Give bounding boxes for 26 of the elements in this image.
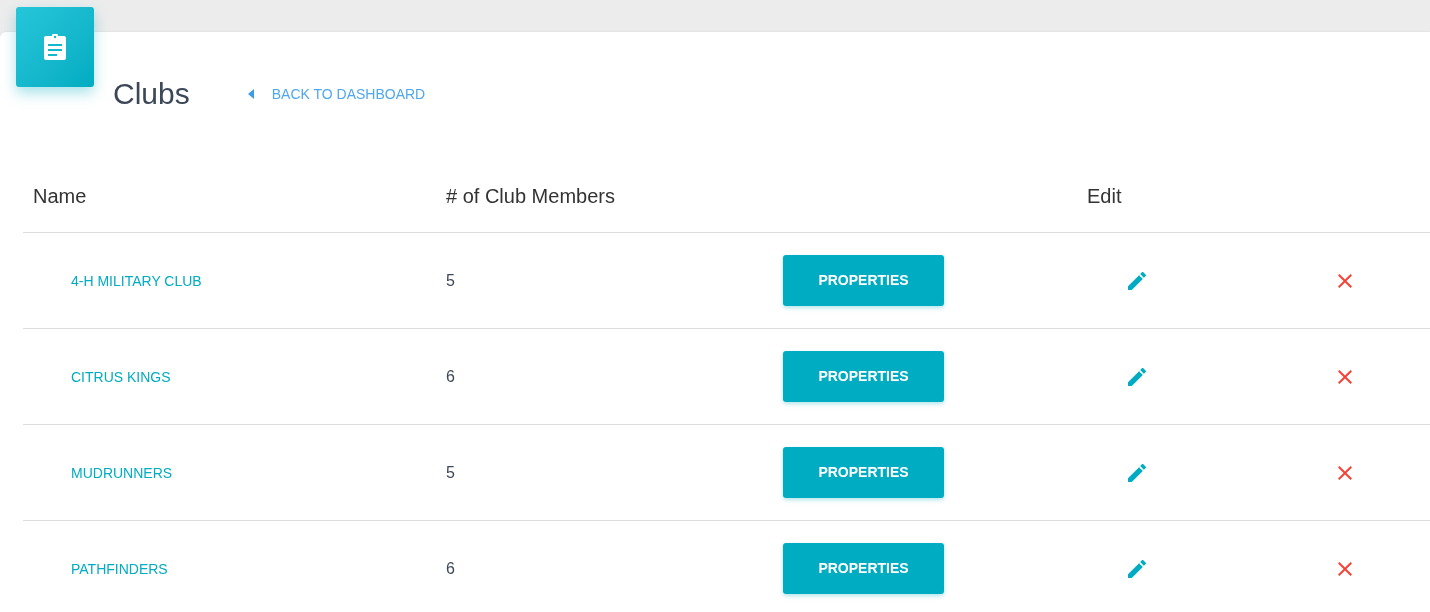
properties-button[interactable]: PROPERTIES [783, 255, 944, 306]
member-count: 6 [446, 367, 455, 385]
club-name-link[interactable]: PATHFINDERS [71, 560, 168, 577]
member-count: 5 [446, 463, 455, 481]
club-name-link[interactable]: MUDRUNNERS [71, 464, 173, 481]
close-icon[interactable] [1338, 561, 1352, 576]
properties-button[interactable]: PROPERTIES [783, 543, 944, 594]
close-icon[interactable] [1338, 369, 1352, 384]
club-name-link[interactable]: 4-H MILITARY CLUB [71, 272, 202, 289]
back-to-dashboard-link[interactable]: BACK TO DASHBOARD [247, 83, 426, 105]
properties-button[interactable]: PROPERTIES [783, 351, 944, 402]
column-header: Edit [1087, 185, 1122, 207]
pencil-icon[interactable] [1128, 463, 1146, 482]
column-header: # of Club Members [446, 185, 615, 207]
pencil-icon[interactable] [1128, 559, 1146, 578]
properties-button[interactable]: PROPERTIES [783, 447, 944, 498]
close-icon[interactable] [1338, 465, 1352, 480]
pencil-icon[interactable] [1128, 367, 1146, 386]
column-header: Name [33, 185, 87, 207]
close-icon[interactable] [1338, 273, 1352, 288]
member-count: 6 [446, 559, 455, 577]
caret-left-icon [247, 89, 254, 99]
member-count: 5 [446, 271, 455, 289]
club-name-link[interactable]: CITRUS KINGS [71, 368, 171, 385]
pencil-icon[interactable] [1128, 271, 1146, 290]
page-title: Clubs [113, 76, 190, 112]
